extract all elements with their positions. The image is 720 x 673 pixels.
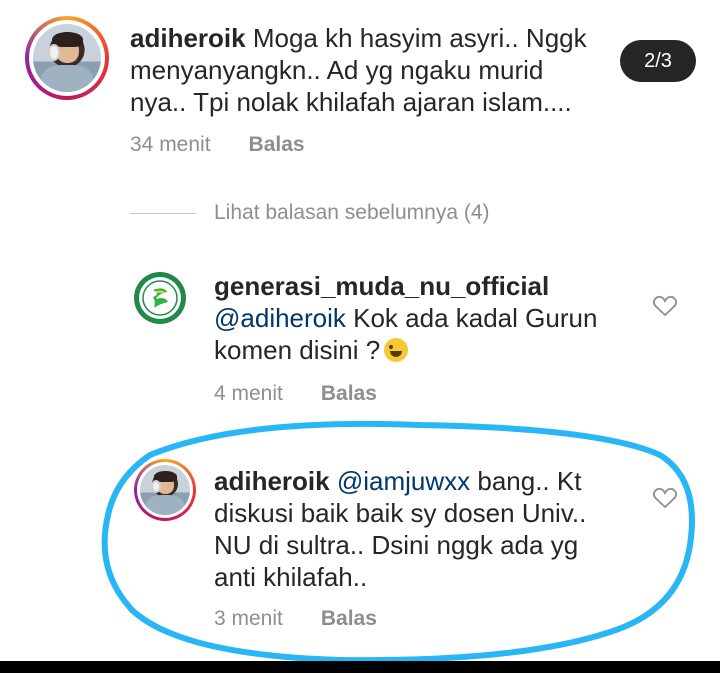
comment-1-text: adiheroik Moga kh hasyim asyri.. Nggk me… [130, 22, 610, 118]
heart-outline-icon[interactable] [652, 294, 678, 318]
comment-1-time: 34 menit [130, 133, 211, 156]
comment-2-time: 4 menit [214, 382, 283, 405]
comment-2-meta: 4 menit Balas [214, 382, 377, 406]
comment-3-mention[interactable]: @iamjuwxx [337, 466, 470, 496]
comment-3-username[interactable]: adiheroik [214, 466, 330, 496]
heart-outline-icon[interactable] [652, 486, 678, 510]
comment-3-reply-button[interactable]: Balas [321, 607, 377, 630]
view-previous-replies-link[interactable]: Lihat balasan sebelumnya (4) [214, 201, 490, 225]
avatar[interactable] [134, 459, 196, 521]
comment-3-meta: 3 menit Balas [214, 607, 377, 631]
rolling-laughing-emoji-icon [384, 338, 409, 362]
image-pager-badge: 2/3 [620, 40, 696, 82]
comment-1-username[interactable]: adiheroik [130, 23, 246, 53]
comment-3-time: 3 menit [214, 607, 283, 630]
comment-3-line-1: bang.. Kt [470, 466, 582, 496]
comment-2-username[interactable]: generasi_muda_nu_official [214, 271, 549, 301]
comment-1-line-2: menyanyangkn.. Ad yg ngaku murid [130, 55, 544, 85]
comment-1-line-3: nya.. Tpi nolak khilafah ajaran islam...… [130, 87, 572, 117]
comment-3-line-2: diskusi baik baik sy dosen Univ.. [214, 498, 587, 528]
comment-1-reply-button[interactable]: Balas [249, 133, 305, 156]
comment-3-text: adiheroik @iamjuwxx bang.. Kt diskusi ba… [214, 465, 654, 593]
comment-2-text: generasi_muda_nu_official @adiheroik Kok… [214, 270, 634, 366]
comment-2-line-1: Kok ada kadal Gurun [345, 303, 598, 333]
comment-3-line-4: anti khilafah.. [214, 562, 368, 592]
comment-2-reply-button[interactable]: Balas [321, 382, 377, 405]
comment-2-mention[interactable]: @adiheroik [214, 303, 346, 333]
avatar[interactable] [25, 16, 109, 100]
comment-1-line-1: Moga kh hasyim asyri.. Nggk [252, 23, 587, 53]
comment-1-meta: 34 menit Balas [130, 133, 305, 157]
avatar-nu-logo[interactable] [134, 272, 186, 324]
comment-2-line-2: komen disini ? [214, 335, 381, 365]
nu-logo-icon [142, 280, 178, 316]
comment-3-line-3: NU di sultra.. Dsini nggk ada yg [214, 530, 579, 560]
replies-divider [130, 213, 196, 214]
bottom-bar [0, 661, 720, 673]
